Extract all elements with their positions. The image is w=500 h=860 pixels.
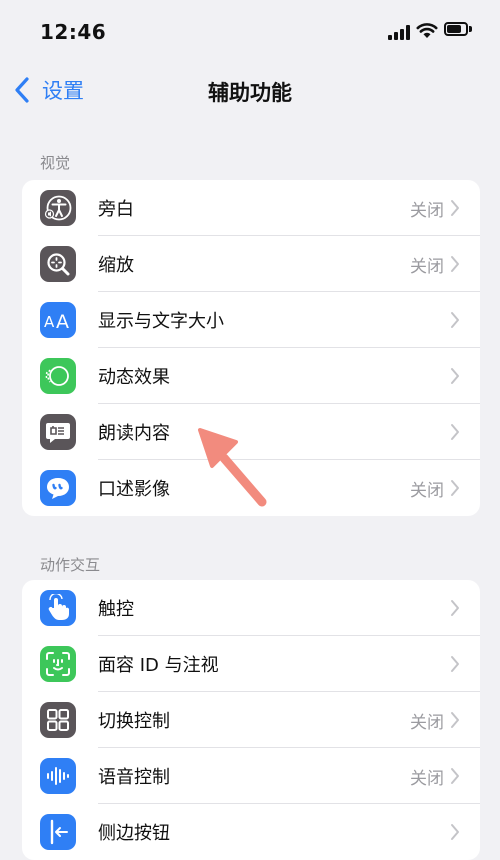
- chevron-right-icon: [451, 600, 459, 616]
- chevron-right-icon: [451, 200, 459, 216]
- touch-icon: [40, 590, 76, 626]
- zoom-icon: [40, 246, 76, 282]
- item-value: 关闭: [410, 200, 444, 221]
- section-header-vision: 视觉: [40, 154, 71, 172]
- page-title: 辅助功能: [208, 81, 292, 105]
- item-label: 显示与文字大小: [98, 311, 224, 332]
- settings-group-interaction: 触控 面容 ID 与注视 切换控制 关闭 语音控制 关闭 侧边按钮: [22, 580, 480, 860]
- list-item-side-button[interactable]: 侧边按钮: [22, 804, 480, 860]
- spoken-content-icon: [40, 414, 76, 450]
- item-value: 关闭: [410, 256, 444, 277]
- switch-control-icon: [40, 702, 76, 738]
- face-id-icon: [40, 646, 76, 682]
- side-button-icon: [40, 814, 76, 850]
- status-time: 12:46: [40, 20, 107, 44]
- voice-control-icon: [40, 758, 76, 794]
- chevron-right-icon: [451, 824, 459, 840]
- wifi-icon: [416, 23, 438, 38]
- status-bar: 12:46: [0, 0, 500, 60]
- item-label: 朗读内容: [98, 423, 170, 444]
- item-label: 口述影像: [98, 479, 170, 500]
- motion-icon: [40, 358, 76, 394]
- list-item-face-id[interactable]: 面容 ID 与注视: [22, 636, 480, 692]
- chevron-right-icon: [451, 312, 459, 328]
- item-label: 侧边按钮: [98, 823, 170, 844]
- chevron-right-icon: [451, 368, 459, 384]
- cellular-signal-icon: [388, 24, 410, 40]
- chevron-right-icon: [451, 256, 459, 272]
- list-item-zoom[interactable]: 缩放 关闭: [22, 236, 480, 292]
- text-size-icon: A A: [40, 302, 76, 338]
- audio-description-icon: [40, 470, 76, 506]
- item-label: 触控: [98, 599, 134, 620]
- battery-icon: [444, 22, 472, 38]
- item-label: 缩放: [98, 255, 134, 276]
- item-label: 动态效果: [98, 367, 170, 388]
- chevron-right-icon: [451, 768, 459, 784]
- chevron-right-icon: [451, 712, 459, 728]
- voiceover-icon: [40, 190, 76, 226]
- item-value: 关闭: [410, 480, 444, 501]
- section-header-interaction: 动作交互: [40, 556, 101, 574]
- chevron-right-icon: [451, 480, 459, 496]
- item-label: 面容 ID 与注视: [98, 655, 219, 676]
- item-label: 语音控制: [98, 767, 170, 788]
- item-label: 切换控制: [98, 711, 170, 732]
- list-item-voice-control[interactable]: 语音控制 关闭: [22, 748, 480, 804]
- list-item-switch-control[interactable]: 切换控制 关闭: [22, 692, 480, 748]
- svg-text:A: A: [56, 311, 69, 332]
- chevron-right-icon: [451, 424, 459, 440]
- item-label: 旁白: [98, 199, 134, 220]
- list-item-voiceover[interactable]: 旁白 关闭: [22, 180, 480, 236]
- pointer-arrow-icon: [198, 428, 267, 507]
- list-item-touch[interactable]: 触控: [22, 580, 480, 636]
- item-value: 关闭: [410, 768, 444, 789]
- list-item-motion[interactable]: 动态效果: [22, 348, 480, 404]
- svg-text:A: A: [44, 313, 55, 331]
- list-item-display-text-size[interactable]: A A 显示与文字大小: [22, 292, 480, 348]
- item-value: 关闭: [410, 712, 444, 733]
- navigation-bar: 设置 辅助功能: [0, 64, 500, 116]
- chevron-right-icon: [451, 656, 459, 672]
